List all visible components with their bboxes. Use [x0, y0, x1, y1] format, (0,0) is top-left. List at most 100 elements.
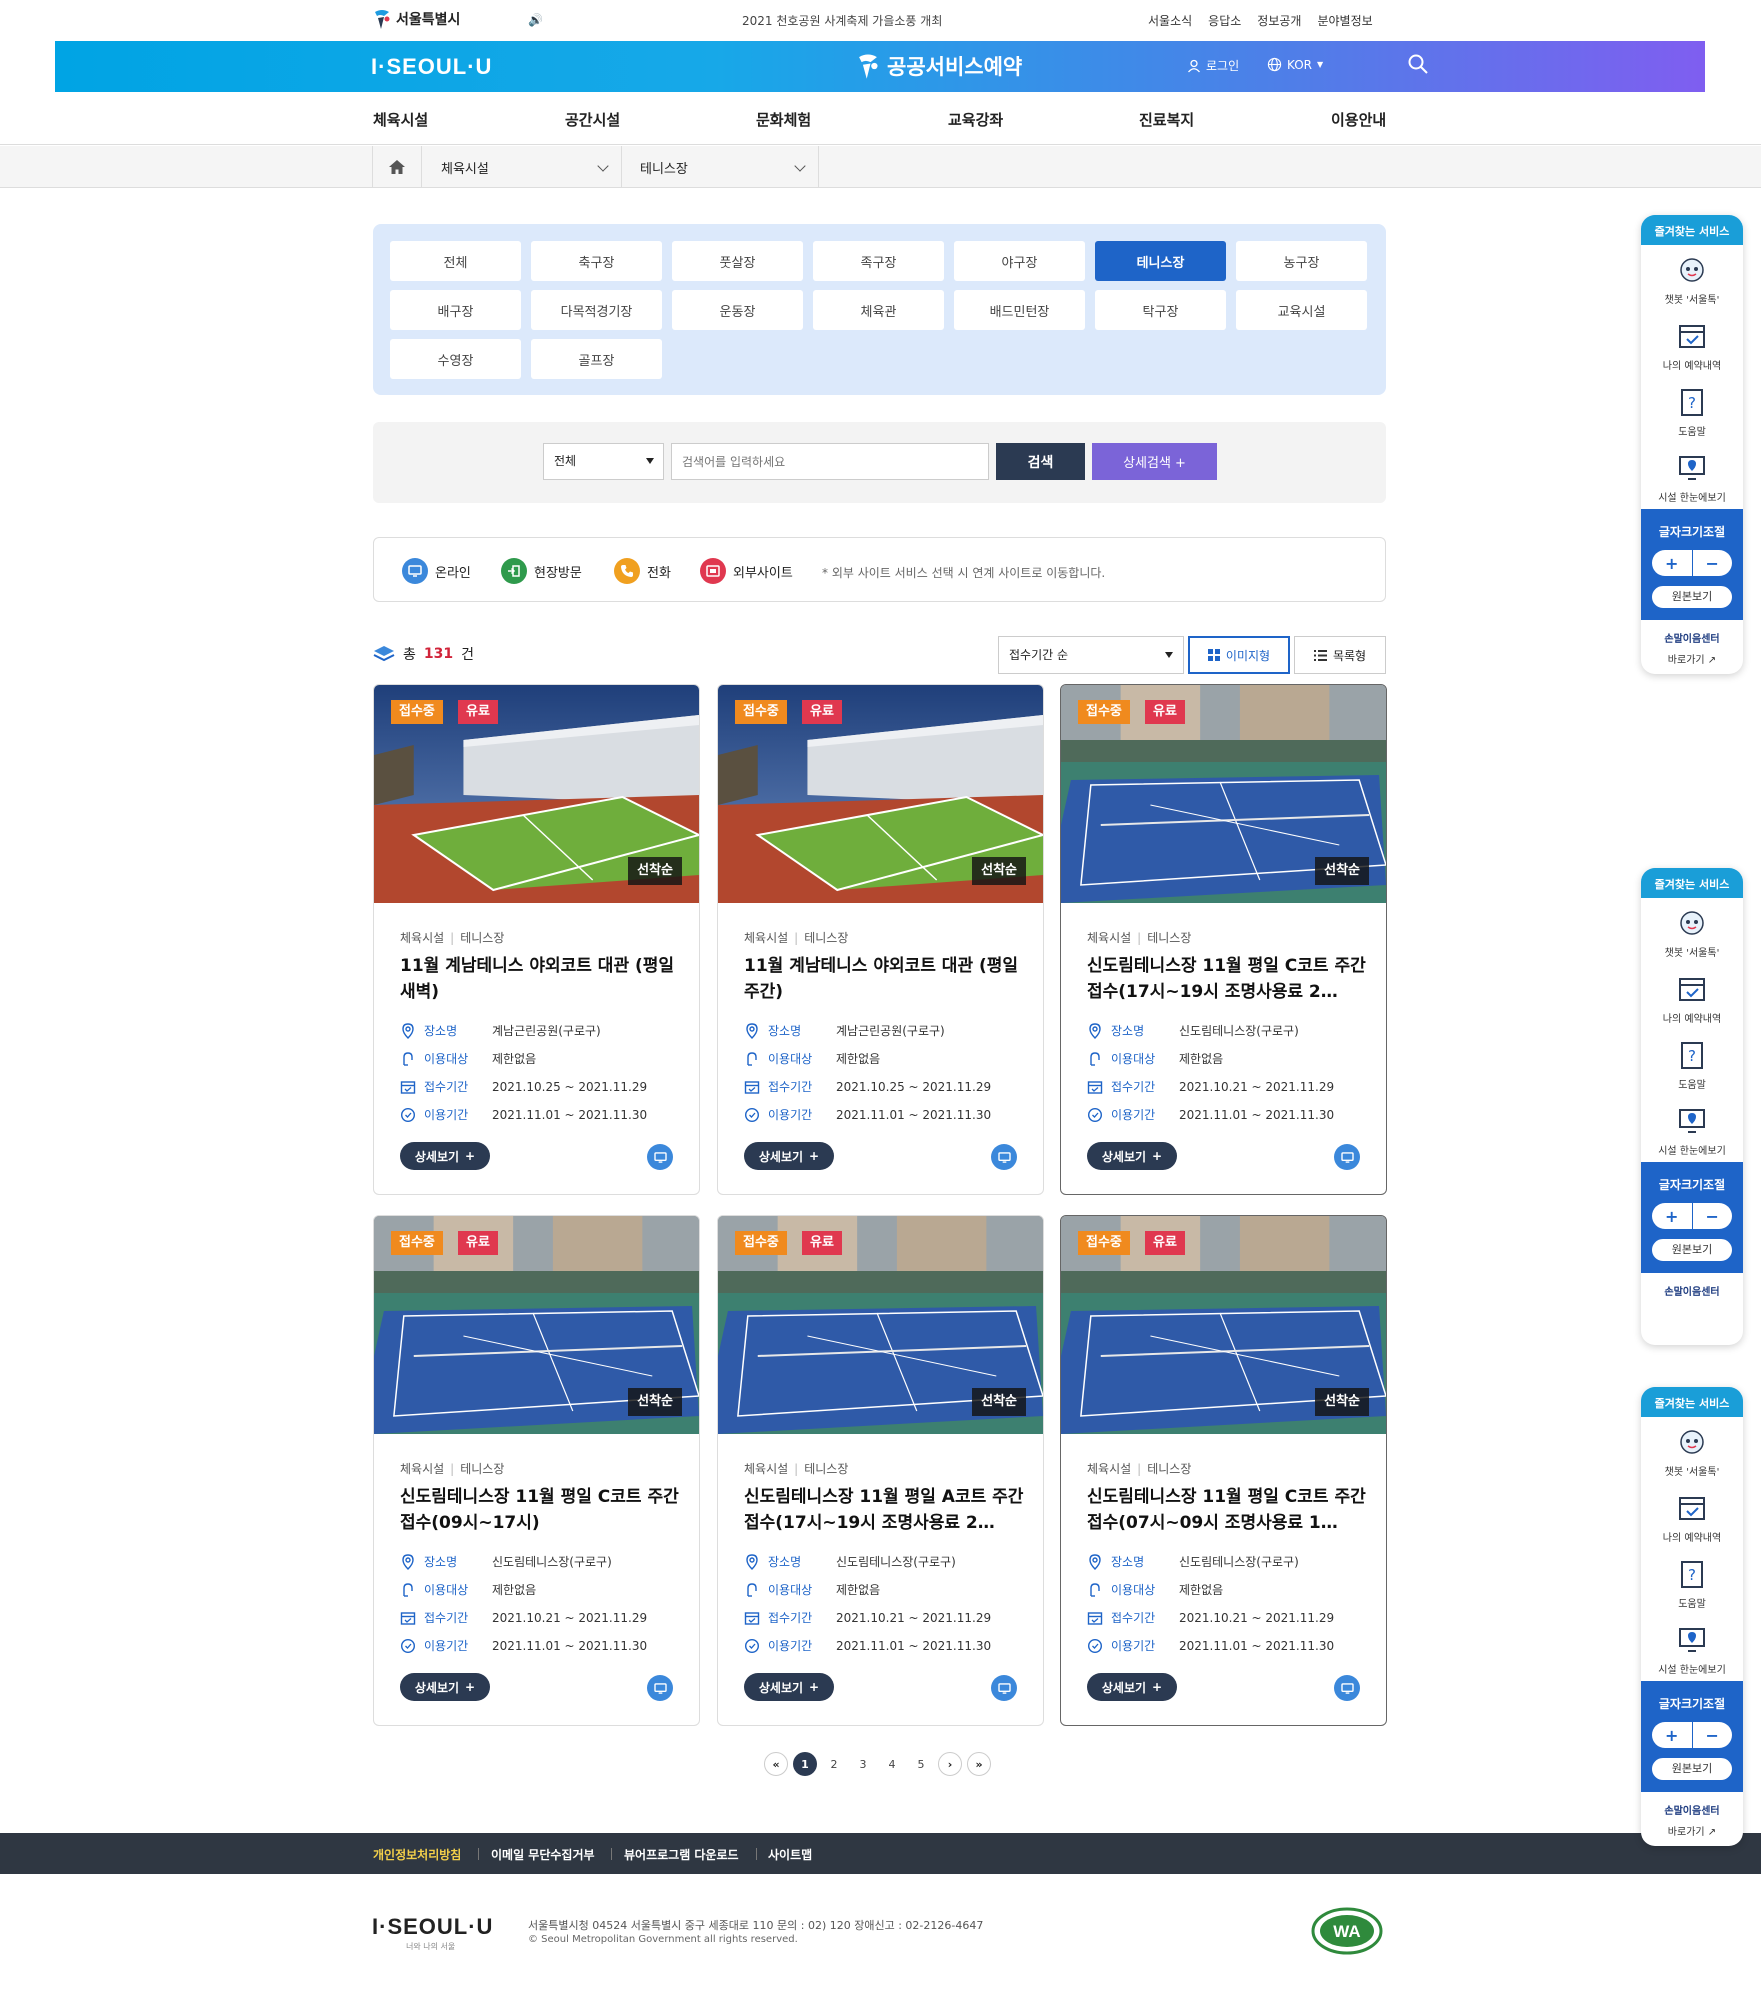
facility-card[interactable]: 접수중 유료 선착순 체육시설 | 테니스장 11월 계남테니스 야외코트 대관 (평일 새… [373, 684, 700, 1195]
page-number[interactable]: 5 [909, 1752, 933, 1776]
quick-item-2[interactable]: ? 도움말 [1641, 1549, 1743, 1615]
quick-item-3[interactable]: 시설 한눈에보기 [1641, 1615, 1743, 1681]
page-number[interactable]: 4 [880, 1752, 904, 1776]
image-view-button[interactable]: 이미지형 [1188, 636, 1290, 674]
quick-item-1[interactable]: 나의 예약내역 [1641, 964, 1743, 1030]
seoul-logo[interactable]: 서울특별시 [372, 8, 460, 30]
category-tab-14[interactable]: 수영장 [390, 339, 521, 379]
original-size-button[interactable]: 원본보기 [1652, 586, 1732, 608]
footer-link-sitemap[interactable]: 사이트맵 [768, 1846, 812, 1863]
nav-education[interactable]: 교육강좌 [948, 109, 1003, 130]
detail-button[interactable]: 상세보기 + [400, 1673, 490, 1701]
category-tab-15[interactable]: 골프장 [531, 339, 662, 379]
detail-button[interactable]: 상세보기 + [400, 1142, 490, 1170]
service-title[interactable]: 공공서비스예약 [855, 51, 1022, 81]
nav-space[interactable]: 공간시설 [565, 109, 620, 130]
detail-button[interactable]: 상세보기 + [1087, 1142, 1177, 1170]
quick-item-2[interactable]: ? 도움말 [1641, 1030, 1743, 1096]
category-tab-5[interactable]: 테니스장 [1095, 241, 1226, 281]
order-badge: 선착순 [1315, 1388, 1369, 1416]
search-input[interactable] [671, 443, 989, 480]
category-tab-0[interactable]: 전체 [390, 241, 521, 281]
breadcrumb-select-category[interactable]: 체육시설 [423, 146, 622, 188]
quick-item-0[interactable]: 챗봇 '서울톡' [1641, 898, 1743, 964]
page-number[interactable]: 2 [822, 1752, 846, 1776]
facility-card[interactable]: 접수중 유료 선착순 체육시설 | 테니스장 신도림테니스장 11월 평일 C코트 주간 접… [1060, 1215, 1387, 1726]
original-size-button[interactable]: 원본보기 [1652, 1758, 1732, 1780]
quick-item-1[interactable]: 나의 예약내역 [1641, 311, 1743, 377]
breadcrumb-select-subcategory[interactable]: 테니스장 [622, 146, 819, 188]
quick-item-0[interactable]: 챗봇 '서울톡' [1641, 245, 1743, 311]
home-button[interactable] [372, 146, 422, 188]
card-title[interactable]: 신도림테니스장 11월 평일 C코트 주간 접수(17시~19시 조명사용료 2… [1087, 953, 1367, 1005]
util-link-response[interactable]: 응답소 [1208, 12, 1241, 29]
nav-culture[interactable]: 문화체험 [756, 109, 811, 130]
font-size-control: 글자크기조절 + − 원본보기 [1641, 1681, 1743, 1792]
card-title[interactable]: 11월 계남테니스 야외코트 대관 (평일주간) [744, 953, 1024, 1005]
detail-button[interactable]: 상세보기 + [1087, 1673, 1177, 1701]
font-decrease-button[interactable]: − [1693, 1203, 1733, 1229]
last-page-button[interactable]: » [967, 1752, 991, 1776]
facility-card[interactable]: 접수중 유료 선착순 체육시설 | 테니스장 11월 계남테니스 야외코트 대관 (평일주간… [717, 684, 1044, 1195]
category-tab-1[interactable]: 축구장 [531, 241, 662, 281]
facility-card[interactable]: 접수중 유료 선착순 체육시설 | 테니스장 신도림테니스장 11월 평일 C코트 주간 접… [1060, 684, 1387, 1195]
advanced-search-button[interactable]: 상세검색 + [1092, 443, 1217, 480]
category-tab-12[interactable]: 탁구장 [1095, 290, 1226, 330]
category-tab-6[interactable]: 농구장 [1236, 241, 1367, 281]
footer-link-privacy[interactable]: 개인정보처리방침 [373, 1846, 461, 1863]
search-icon[interactable] [1407, 53, 1429, 75]
sign-center-link[interactable]: 손말이음센터 바로가기 ↗ [1641, 1792, 1743, 1846]
util-link-field[interactable]: 분야별정보 [1317, 12, 1372, 29]
util-link-news[interactable]: 서울소식 [1148, 12, 1192, 29]
original-size-button[interactable]: 원본보기 [1652, 1239, 1732, 1261]
quick-item-1[interactable]: 나의 예약내역 [1641, 1483, 1743, 1549]
sign-center-link[interactable]: 손말이음센터 [1641, 1273, 1743, 1303]
card-title[interactable]: 신도림테니스장 11월 평일 C코트 주간 접수(07시~09시 조명사용료 1… [1087, 1484, 1367, 1536]
quick-panel-title: 즐겨찾는 서비스 [1641, 868, 1743, 898]
category-tab-8[interactable]: 다목적경기장 [531, 290, 662, 330]
card-title[interactable]: 11월 계남테니스 야외코트 대관 (평일 새벽) [400, 953, 680, 1005]
font-increase-button[interactable]: + [1652, 1203, 1693, 1229]
nav-sports[interactable]: 체육시설 [373, 109, 428, 130]
facility-card[interactable]: 접수중 유료 선착순 체육시설 | 테니스장 신도림테니스장 11월 평일 A코트 주간 접… [717, 1215, 1044, 1726]
top-notice[interactable]: 2021 천호공원 사계축제 가을소풍 개최 [742, 12, 942, 29]
quick-item-3[interactable]: 시설 한눈에보기 [1641, 1096, 1743, 1162]
category-tab-9[interactable]: 운동장 [672, 290, 803, 330]
nav-guide[interactable]: 이용안내 [1331, 109, 1386, 130]
category-tab-4[interactable]: 야구장 [954, 241, 1085, 281]
category-tab-2[interactable]: 풋살장 [672, 241, 803, 281]
detail-button[interactable]: 상세보기 + [744, 1142, 834, 1170]
font-decrease-button[interactable]: − [1693, 1722, 1733, 1748]
facility-card[interactable]: 접수중 유료 선착순 체육시설 | 테니스장 신도림테니스장 11월 평일 C코트 주간 접… [373, 1215, 700, 1726]
search-button[interactable]: 검색 [996, 443, 1085, 480]
util-link-info[interactable]: 정보공개 [1257, 12, 1301, 29]
font-decrease-button[interactable]: − [1693, 550, 1733, 576]
next-page-button[interactable]: › [938, 1752, 962, 1776]
iseoulu-brand[interactable]: I·SEOUL·U [371, 54, 492, 80]
page-number[interactable]: 1 [793, 1752, 817, 1776]
login-button[interactable]: 로그인 [1187, 57, 1239, 74]
font-increase-button[interactable]: + [1652, 550, 1693, 576]
category-tab-13[interactable]: 교육시설 [1236, 290, 1367, 330]
card-title[interactable]: 신도림테니스장 11월 평일 A코트 주간 접수(17시~19시 조명사용료 2… [744, 1484, 1024, 1536]
footer-link-email[interactable]: 이메일 무단수집거부 [491, 1846, 595, 1863]
category-tab-3[interactable]: 족구장 [813, 241, 944, 281]
search-scope-select[interactable]: 전체 [543, 443, 664, 480]
font-increase-button[interactable]: + [1652, 1722, 1693, 1748]
sort-select[interactable]: 접수기간 순 [998, 636, 1184, 674]
category-tab-11[interactable]: 배드민턴장 [954, 290, 1085, 330]
nav-welfare[interactable]: 진료복지 [1139, 109, 1194, 130]
detail-button[interactable]: 상세보기 + [744, 1673, 834, 1701]
page-number[interactable]: 3 [851, 1752, 875, 1776]
quick-item-2[interactable]: ? 도움말 [1641, 377, 1743, 443]
sign-center-link[interactable]: 손말이음센터 바로가기 ↗ [1641, 620, 1743, 674]
list-view-button[interactable]: 목록형 [1294, 636, 1386, 674]
category-tab-10[interactable]: 체육관 [813, 290, 944, 330]
footer-link-viewer[interactable]: 뷰어프로그램 다운로드 [624, 1846, 739, 1863]
category-tab-7[interactable]: 배구장 [390, 290, 521, 330]
language-selector[interactable]: KOR ▼ [1267, 57, 1323, 72]
quick-item-3[interactable]: 시설 한눈에보기 [1641, 443, 1743, 509]
first-page-button[interactable]: « [764, 1752, 788, 1776]
quick-item-0[interactable]: 챗봇 '서울톡' [1641, 1417, 1743, 1483]
card-title[interactable]: 신도림테니스장 11월 평일 C코트 주간 접수(09시~17시) [400, 1484, 680, 1536]
